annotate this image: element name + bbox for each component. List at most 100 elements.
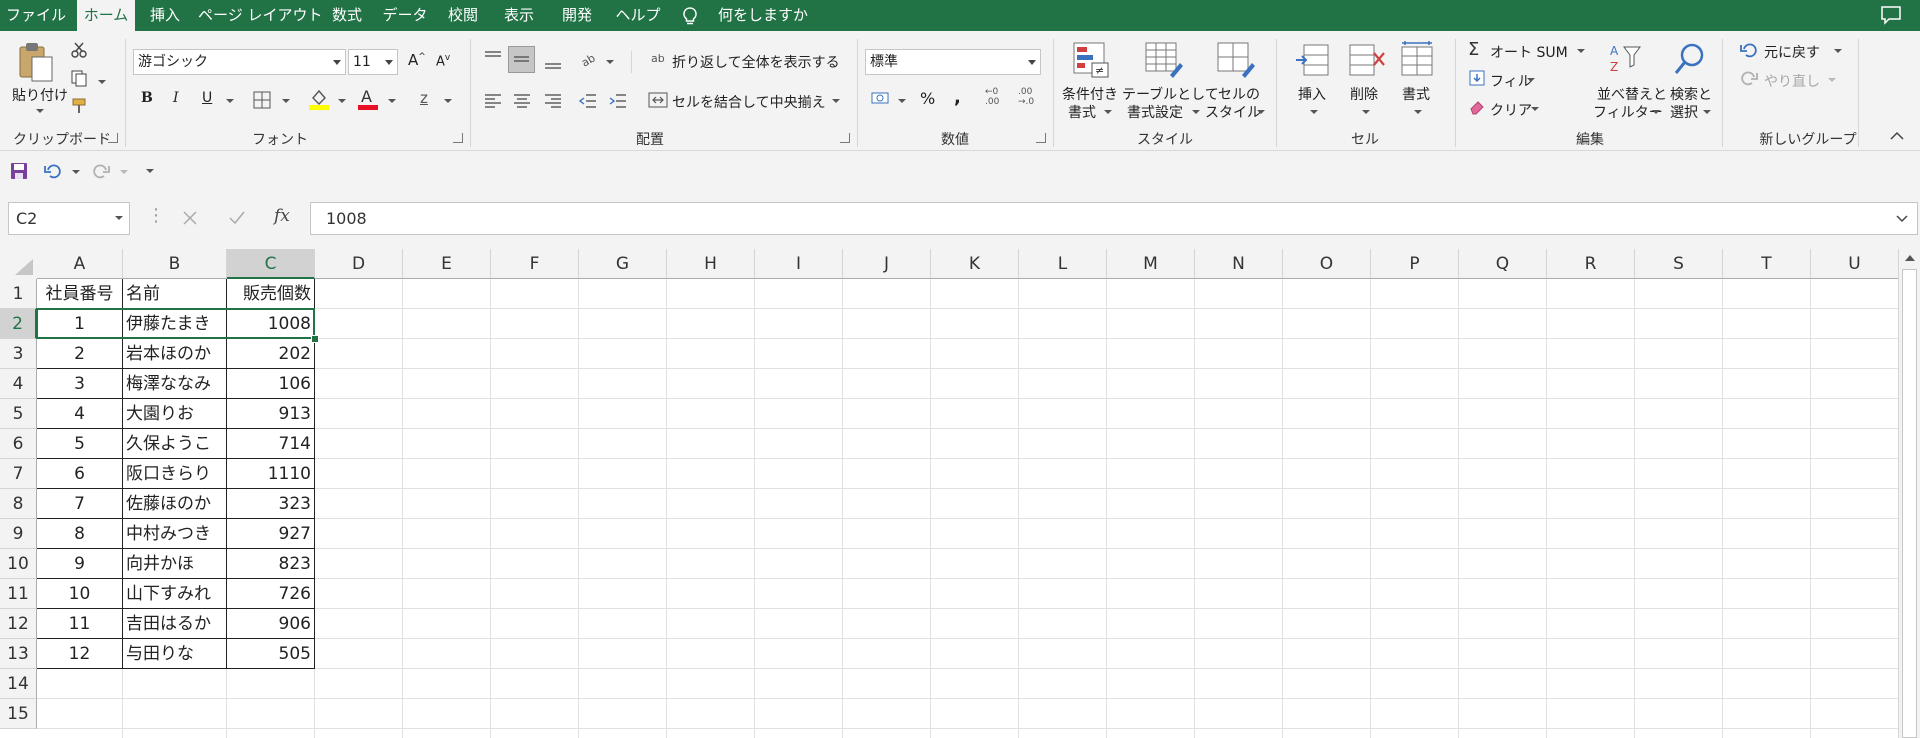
format-cells-icon[interactable] (1398, 41, 1438, 79)
cell-b7[interactable]: 阪口きらり (123, 459, 227, 489)
cell-c7[interactable]: 1110 (227, 459, 315, 489)
cell-c6[interactable]: 714 (227, 429, 315, 459)
column-header-i[interactable]: I (755, 249, 843, 279)
accounting-dropdown-icon[interactable] (898, 99, 906, 103)
row-header-13[interactable]: 13 (0, 639, 37, 669)
qat-redo-icon[interactable] (92, 162, 110, 180)
comment-icon[interactable] (1880, 5, 1902, 25)
redo-button[interactable]: やり直し (1764, 71, 1820, 91)
insert-cells-icon[interactable] (1294, 43, 1334, 79)
underline-dropdown-icon[interactable] (226, 99, 234, 103)
column-header-j[interactable]: J (843, 249, 931, 279)
expand-formula-bar-icon[interactable] (1896, 215, 1908, 223)
cell-a6[interactable]: 5 (37, 429, 123, 459)
cut-icon[interactable] (70, 41, 88, 59)
number-dialog-launcher[interactable] (1036, 133, 1046, 143)
conditional-formatting-button[interactable]: 条件付き (1062, 84, 1118, 104)
row-header-11[interactable]: 11 (0, 579, 37, 609)
row-header-3[interactable]: 3 (0, 339, 37, 369)
tab-review[interactable]: 校閲 (438, 0, 488, 31)
cell-b1[interactable]: 名前 (123, 279, 227, 309)
cell-c1[interactable]: 販売個数 (227, 279, 315, 309)
fill-color-dropdown-icon[interactable] (338, 99, 346, 103)
tab-insert[interactable]: 挿入 (140, 0, 190, 31)
row-header-15[interactable]: 15 (0, 699, 37, 729)
find-select-button[interactable]: 検索と (1670, 84, 1712, 104)
cell-a9[interactable]: 8 (37, 519, 123, 549)
row-header-7[interactable]: 7 (0, 459, 37, 489)
save-icon[interactable] (10, 162, 28, 180)
align-bottom-icon[interactable] (543, 55, 563, 71)
align-left-icon[interactable] (483, 93, 503, 109)
cell-styles-icon[interactable] (1216, 41, 1256, 79)
column-header-t[interactable]: T (1723, 249, 1811, 279)
cell-c11[interactable]: 726 (227, 579, 315, 609)
cell-b4[interactable]: 梅澤ななみ (123, 369, 227, 399)
sort-filter-button[interactable]: 並べ替えと (1597, 84, 1667, 104)
delete-cells-button[interactable]: 削除 (1350, 84, 1378, 104)
align-top-icon[interactable] (483, 49, 503, 65)
qat-undo-dropdown-icon[interactable] (72, 170, 80, 174)
increase-decimal-icon[interactable]: ←0.00 (985, 87, 999, 107)
wrap-text-button[interactable]: 折り返して全体を表示する (672, 52, 840, 72)
copy-icon[interactable] (70, 69, 88, 87)
column-header-n[interactable]: N (1195, 249, 1283, 279)
decrease-indent-icon[interactable] (578, 93, 598, 109)
phonetic-dropdown-icon[interactable] (444, 99, 452, 103)
fill-handle[interactable] (311, 335, 319, 343)
format-cells-button[interactable]: 書式 (1402, 84, 1430, 104)
enter-icon[interactable] (228, 210, 246, 226)
redo-dropdown-icon[interactable] (1828, 78, 1836, 82)
column-header-l[interactable]: L (1019, 249, 1107, 279)
cell-a3[interactable]: 2 (37, 339, 123, 369)
comma-style-button[interactable]: , (954, 87, 961, 108)
merge-center-icon[interactable] (648, 91, 668, 109)
percent-style-button[interactable]: % (920, 89, 935, 108)
cell-styles-button[interactable]: セルの (1218, 84, 1260, 104)
autosum-dropdown-icon[interactable] (1577, 49, 1585, 53)
format-as-table-button[interactable]: テーブルとして (1122, 84, 1219, 104)
underline-button[interactable]: U (202, 90, 212, 106)
orientation-icon[interactable]: ab (580, 49, 602, 69)
cell-c5[interactable]: 913 (227, 399, 315, 429)
cancel-icon[interactable] (182, 210, 198, 226)
cell-b11[interactable]: 山下すみれ (123, 579, 227, 609)
cell-a5[interactable]: 4 (37, 399, 123, 429)
cell-a11[interactable]: 10 (37, 579, 123, 609)
row-header-6[interactable]: 6 (0, 429, 37, 459)
font-color-icon[interactable]: A (358, 87, 378, 111)
font-size-select[interactable]: 11 (348, 49, 398, 75)
cell-b12[interactable]: 吉田はるか (123, 609, 227, 639)
column-header-a[interactable]: A (37, 249, 123, 279)
column-header-s[interactable]: S (1635, 249, 1723, 279)
cell-a7[interactable]: 6 (37, 459, 123, 489)
cell-a12[interactable]: 11 (37, 609, 123, 639)
find-select-icon[interactable] (1672, 41, 1708, 79)
align-center-icon[interactable] (512, 93, 532, 109)
column-header-e[interactable]: E (403, 249, 491, 279)
increase-font-size-icon[interactable]: A^ (408, 51, 426, 69)
tab-formulas[interactable]: 数式 (322, 0, 372, 31)
row-header-9[interactable]: 9 (0, 519, 37, 549)
format-as-table-icon[interactable] (1144, 41, 1184, 79)
delete-cells-icon[interactable] (1348, 43, 1388, 79)
accounting-format-icon[interactable] (870, 89, 892, 109)
undo-icon[interactable] (1740, 41, 1758, 59)
column-header-h[interactable]: H (667, 249, 755, 279)
align-middle-button[interactable] (508, 46, 535, 73)
fill-dropdown-icon[interactable] (1527, 78, 1535, 82)
column-header-d[interactable]: D (315, 249, 403, 279)
sort-filter-icon[interactable]: AZ (1608, 41, 1644, 79)
cell-b2[interactable]: 伊藤たまき (123, 309, 227, 339)
cell-c12[interactable]: 906 (227, 609, 315, 639)
cell-c2[interactable]: 1008 (227, 309, 315, 339)
cell-b6[interactable]: 久保ようこ (123, 429, 227, 459)
table-dropdown-icon[interactable] (1192, 110, 1200, 114)
redo-icon[interactable] (1740, 69, 1758, 87)
clear-button[interactable]: クリア (1490, 100, 1532, 120)
decrease-decimal-icon[interactable]: .00 →.0 (1018, 87, 1034, 107)
row-header-5[interactable]: 5 (0, 399, 37, 429)
conditional-dropdown-icon[interactable] (1104, 110, 1112, 114)
cell-a13[interactable]: 12 (37, 639, 123, 669)
row-header-8[interactable]: 8 (0, 489, 37, 519)
